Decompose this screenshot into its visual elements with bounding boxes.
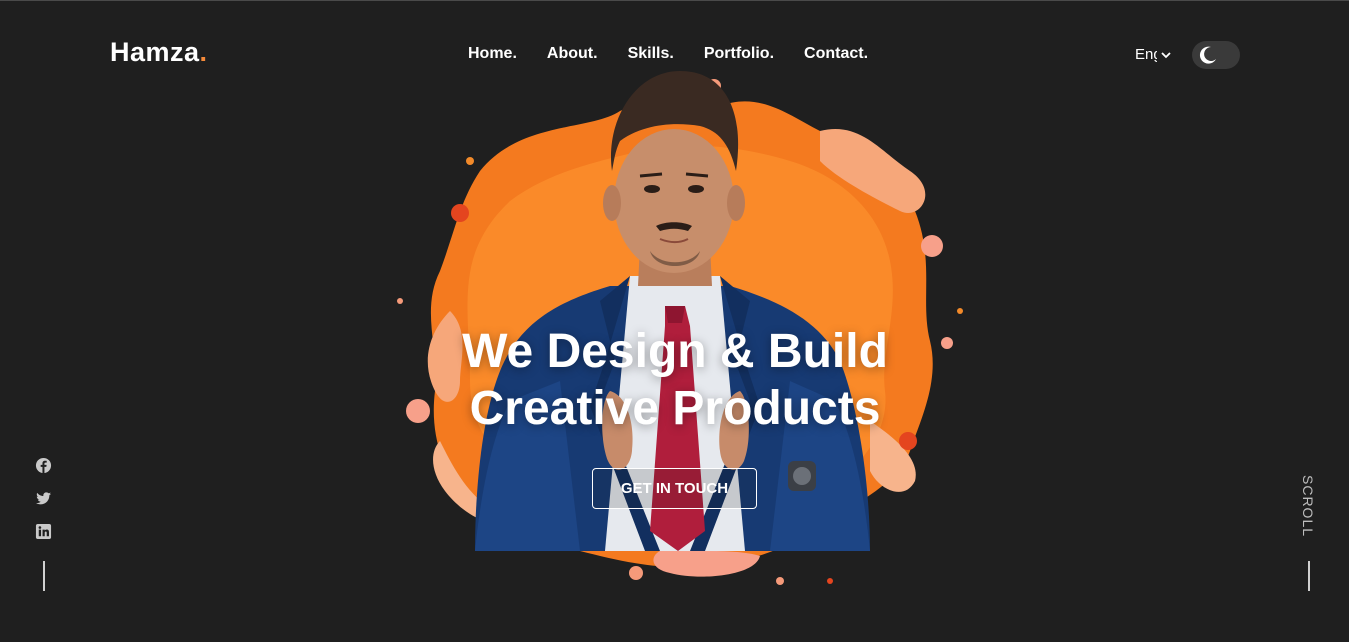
- logo-dot: .: [199, 37, 208, 67]
- headline-line-2: Creative Products: [469, 382, 881, 435]
- page: Hamza. Home. About. Skills. Portfolio. C…: [0, 0, 1349, 642]
- headline-line-1: We Design & Build: [462, 325, 888, 378]
- chevron-down-icon: [1161, 51, 1171, 58]
- get-in-touch-button[interactable]: GET IN TOUCH: [592, 468, 757, 509]
- social-divider: [43, 561, 45, 591]
- language-select[interactable]: English: [1135, 46, 1171, 63]
- twitter-icon[interactable]: [35, 490, 52, 507]
- moon-icon: [1199, 46, 1216, 64]
- scroll-indicator[interactable]: SCROLL: [1296, 475, 1322, 545]
- facebook-icon[interactable]: [35, 457, 52, 474]
- scroll-divider: [1308, 561, 1310, 591]
- theme-toggle[interactable]: [1192, 41, 1240, 69]
- social-links: [35, 457, 52, 540]
- logo-text: Hamza: [110, 37, 200, 67]
- language-value: English: [1135, 46, 1157, 63]
- scroll-label: SCROLL: [1300, 475, 1316, 538]
- logo[interactable]: Hamza.: [110, 37, 208, 68]
- linkedin-icon[interactable]: [35, 523, 52, 540]
- hero-headline: We Design & Build Creative Products: [400, 323, 950, 437]
